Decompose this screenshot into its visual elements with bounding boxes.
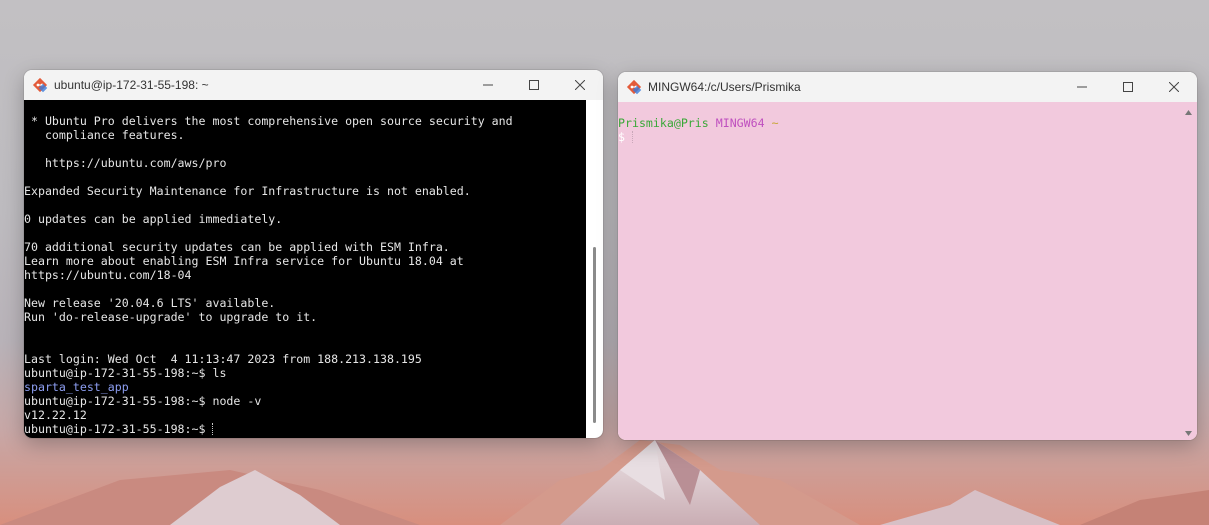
prompt-line[interactable]: $: [618, 130, 1197, 144]
ls-directory-entry: sparta_test_app: [24, 380, 129, 394]
terminal-lines: * Ubuntu Pro delivers the most comprehen…: [24, 100, 603, 380]
minimize-icon: [1077, 86, 1087, 88]
text-cursor: [631, 131, 634, 143]
maximize-button[interactable]: [511, 70, 557, 100]
minimize-icon: [483, 84, 493, 86]
terminal-output[interactable]: Prismika@Pris MINGW64 ~ $: [618, 102, 1197, 440]
title-bar[interactable]: ubuntu@ip-172-31-55-198: ~: [24, 70, 603, 100]
terminal-line: ubuntu@ip-172-31-55-198:~$ ls: [24, 366, 227, 380]
prompt-user-host: Prismika@Pris: [618, 116, 709, 130]
terminal-line: compliance features.: [24, 128, 185, 142]
scrollbar-thumb[interactable]: [593, 247, 596, 423]
minimize-button[interactable]: [465, 70, 511, 100]
caret-down-icon: [1185, 431, 1192, 436]
prompt-line[interactable]: ubuntu@ip-172-31-55-198:~$: [24, 422, 603, 436]
mingw-terminal-window[interactable]: MINGW64:/c/Users/Prismika Prismika@Pris …: [618, 72, 1197, 440]
close-icon: [1169, 82, 1179, 92]
git-icon: [626, 79, 642, 95]
caret-up-icon: [1185, 110, 1192, 115]
terminal-line: https://ubuntu.com/aws/pro: [24, 156, 227, 170]
terminal-line: 70 additional security updates can be ap…: [24, 240, 450, 254]
prompt-dir: ~: [771, 116, 779, 130]
maximize-icon: [1123, 82, 1133, 92]
terminal-line: 0 updates can be applied immediately.: [24, 212, 283, 226]
window-title: ubuntu@ip-172-31-55-198: ~: [54, 78, 209, 92]
close-button[interactable]: [557, 70, 603, 100]
text-cursor: [212, 423, 214, 435]
terminal-line: Run 'do-release-upgrade' to upgrade to i…: [24, 310, 318, 324]
scrollbar[interactable]: [1180, 102, 1197, 440]
maximize-icon: [529, 80, 539, 90]
shell-prompt: ubuntu@ip-172-31-55-198:~$: [24, 422, 213, 436]
terminal-output[interactable]: * Ubuntu Pro delivers the most comprehen…: [24, 100, 603, 438]
terminal-line: https://ubuntu.com/18-04: [24, 268, 192, 282]
title-bar[interactable]: MINGW64:/c/Users/Prismika: [618, 72, 1197, 102]
ubuntu-terminal-window[interactable]: ubuntu@ip-172-31-55-198: ~ * Ubuntu Pro …: [24, 70, 603, 438]
terminal-line: v12.22.12: [24, 408, 87, 422]
scroll-down-button[interactable]: [1184, 427, 1193, 436]
maximize-button[interactable]: [1105, 72, 1151, 102]
terminal-line: Expanded Security Maintenance for Infras…: [24, 184, 471, 198]
window-title: MINGW64:/c/Users/Prismika: [648, 80, 801, 94]
minimize-button[interactable]: [1059, 72, 1105, 102]
terminal-line: ubuntu@ip-172-31-55-198:~$ node -v: [24, 394, 262, 408]
terminal-line: * Ubuntu Pro delivers the most comprehen…: [24, 114, 513, 128]
terminal-line: New release '20.04.6 LTS' available.: [24, 296, 276, 310]
git-icon: [32, 77, 48, 93]
close-icon: [575, 80, 585, 90]
prompt-env: MINGW64: [715, 116, 765, 130]
scrollbar[interactable]: [586, 100, 603, 438]
scroll-up-button[interactable]: [1184, 106, 1193, 115]
terminal-line: Last login: Wed Oct 4 11:13:47 2023 from…: [24, 352, 422, 366]
prompt-info-line: Prismika@Pris MINGW64 ~: [618, 116, 1197, 130]
close-button[interactable]: [1151, 72, 1197, 102]
prompt-symbol: $: [618, 130, 625, 144]
terminal-line: Learn more about enabling ESM Infra serv…: [24, 254, 464, 268]
